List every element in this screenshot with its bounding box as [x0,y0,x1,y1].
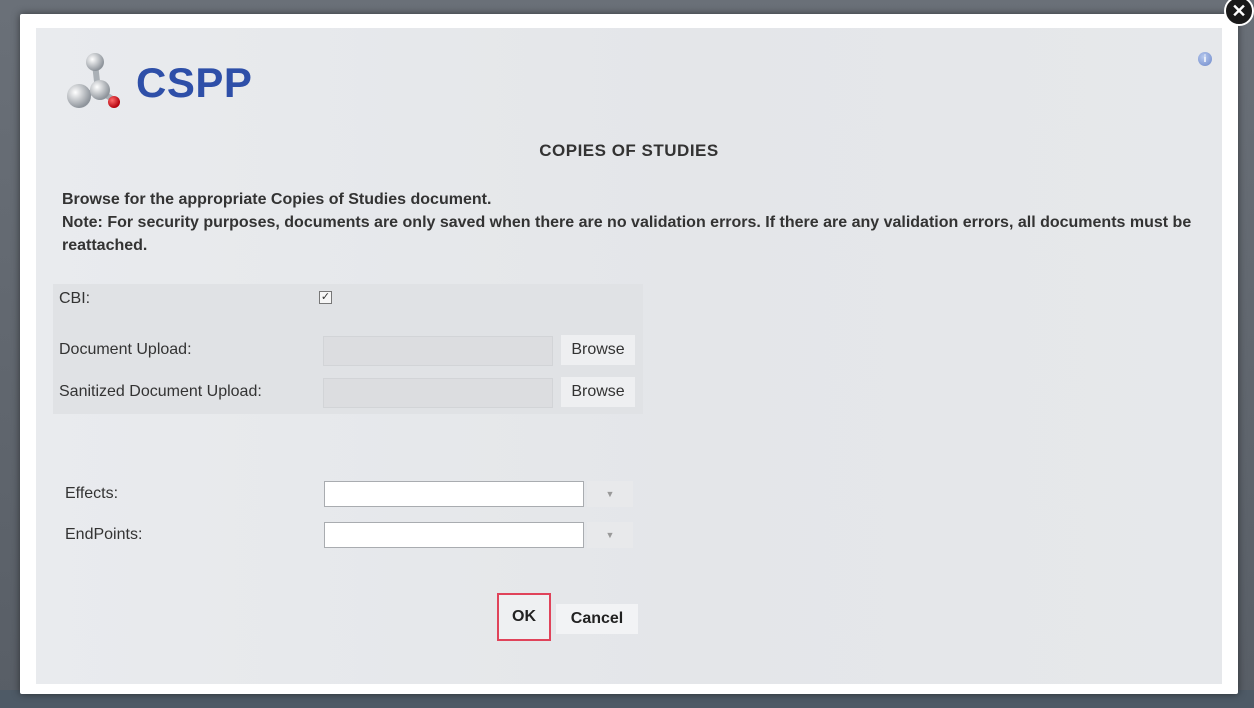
document-browse-button[interactable]: Browse [561,335,635,365]
dialog-title: COPIES OF STUDIES [539,141,719,160]
instruction-line-2: Note: For security purposes, documents a… [62,214,1192,254]
cbi-label: CBI: [59,290,91,307]
effects-dropdown-icon[interactable]: ▼ [587,481,633,507]
ok-button-label: OK [512,608,536,625]
cspp-logo: CSPP [62,50,252,116]
endpoints-label: EndPoints: [65,526,143,543]
molecule-icon [67,53,120,108]
cancel-button[interactable]: Cancel [556,604,638,634]
document-upload-label: Document Upload: [59,341,192,358]
document-upload-field[interactable] [323,336,553,366]
ok-button[interactable]: OK [497,593,551,641]
dialog-content: CSPP i COPIES OF STUDIES Browse for the … [36,28,1222,684]
endpoints-select[interactable] [324,522,584,548]
effects-select[interactable] [324,481,584,507]
instruction-line-1: Browse for the appropriate Copies of Stu… [62,191,492,208]
instructions: Browse for the appropriate Copies of Stu… [62,188,1192,257]
sanitized-upload-field[interactable] [323,378,553,408]
help-icon[interactable]: i [1198,52,1212,66]
endpoints-dropdown-icon[interactable]: ▼ [587,522,633,548]
sanitized-upload-label: Sanitized Document Upload: [59,383,262,400]
copies-of-studies-dialog: CSPP i COPIES OF STUDIES Browse for the … [20,14,1238,694]
cbi-checkbox[interactable]: ✓ [319,291,332,304]
sanitized-browse-button[interactable]: Browse [561,377,635,407]
logo-text: CSPP [136,59,253,106]
effects-label: Effects: [65,485,119,502]
